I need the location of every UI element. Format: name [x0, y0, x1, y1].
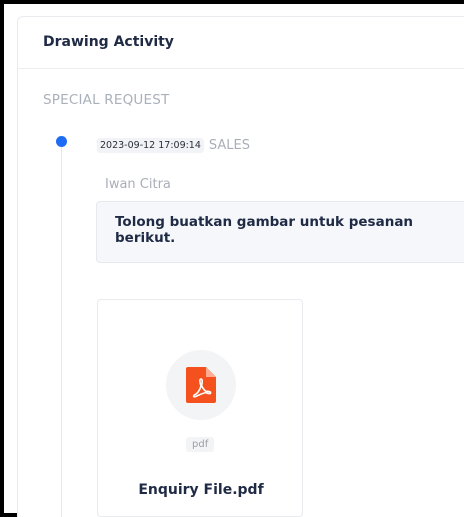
message-box: Tolong buatkan gambar untuk pesanan beri… — [96, 201, 464, 263]
file-type-badge: pdf — [186, 437, 215, 452]
role-label: SALES — [208, 138, 251, 153]
timestamp-badge: 2023-09-12 17:09:14 — [97, 138, 204, 153]
author-name: Iwan Citra — [105, 177, 171, 192]
timeline-dot — [56, 136, 67, 147]
attachment-icon-circle — [166, 350, 236, 420]
card-header: Drawing Activity — [18, 17, 464, 69]
pdf-file-icon — [186, 367, 216, 403]
attachment-card[interactable]: pdf Enquiry File.pdf — [97, 299, 303, 517]
section-label: SPECIAL REQUEST — [43, 92, 170, 108]
window-frame: Drawing Activity SPECIAL REQUEST 2023-09… — [0, 0, 464, 517]
message-text: Tolong buatkan gambar untuk pesanan beri… — [115, 214, 414, 246]
card-title: Drawing Activity — [43, 34, 174, 50]
drawing-activity-card: Drawing Activity SPECIAL REQUEST 2023-09… — [17, 16, 464, 517]
timeline-line — [61, 143, 62, 517]
attachment-file-name[interactable]: Enquiry File.pdf — [98, 482, 304, 498]
activity-meta: 2023-09-12 17:09:14 SALES — [97, 138, 250, 153]
